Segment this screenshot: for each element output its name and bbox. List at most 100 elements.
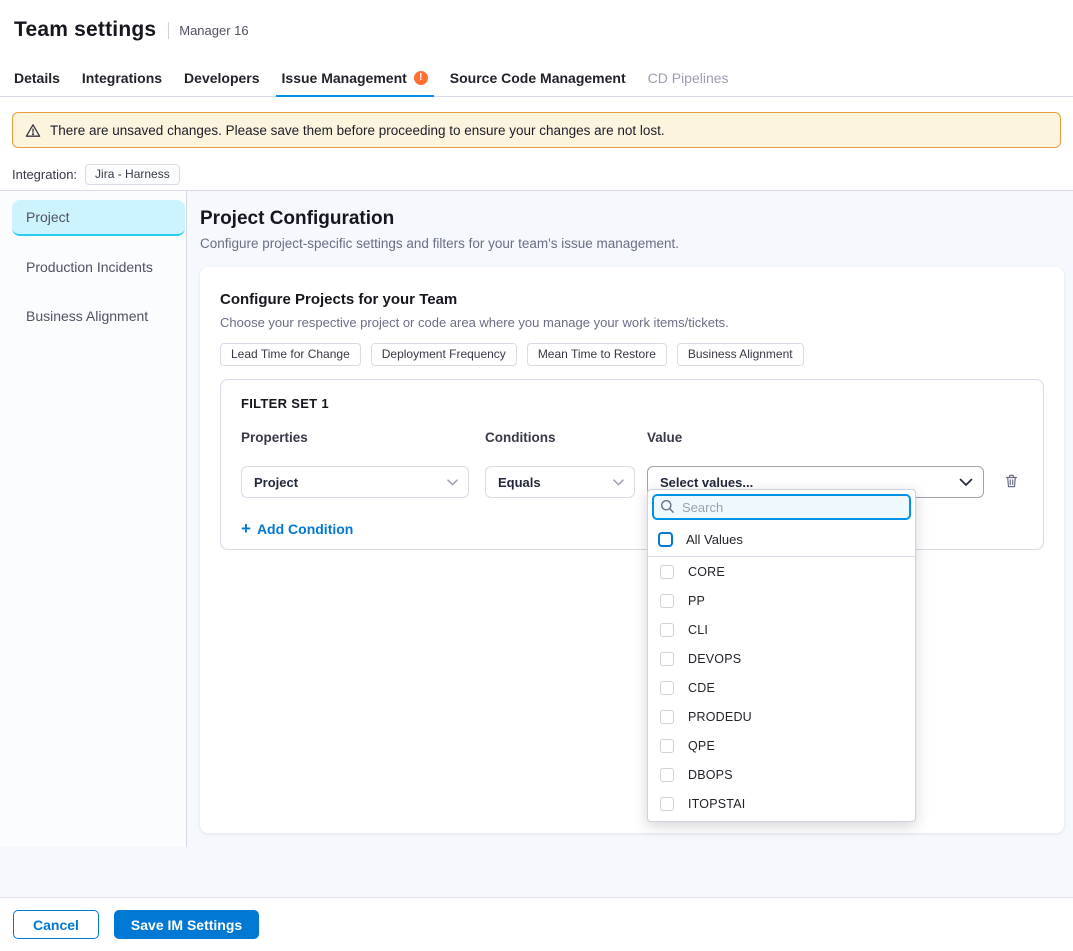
delete-condition-button[interactable]	[1004, 473, 1019, 492]
option-checkbox[interactable]	[660, 594, 674, 608]
sidebar-item-project[interactable]: Project	[12, 200, 185, 236]
integration-chip[interactable]: Jira - Harness	[85, 164, 180, 185]
condition-select[interactable]: Equals	[485, 466, 635, 498]
chevron-down-icon	[447, 479, 458, 486]
properties-column-label: Properties	[241, 430, 485, 445]
option-checkbox[interactable]	[660, 623, 674, 637]
dropdown-option-core[interactable]: CORE	[648, 557, 915, 586]
dropdown-option-cli[interactable]: CLI	[648, 615, 915, 644]
option-checkbox[interactable]	[660, 652, 674, 666]
dropdown-option-dbops[interactable]: DBOPS	[648, 760, 915, 789]
tab-label: Developers	[184, 70, 259, 86]
filter-set-title: FILTER SET 1	[241, 396, 1023, 411]
option-label: DBOPS	[688, 768, 733, 782]
chevron-down-icon	[959, 478, 973, 487]
filter-set-1: FILTER SET 1 Properties Conditions Value…	[220, 379, 1044, 550]
dropdown-option-qpe[interactable]: QPE	[648, 731, 915, 760]
add-condition-button[interactable]: + Add Condition	[241, 520, 353, 537]
metric-chip-mean-time-to-restore[interactable]: Mean Time to Restore	[527, 343, 667, 366]
sidebar-item-label: Business Alignment	[26, 308, 148, 324]
trash-icon	[1004, 473, 1019, 492]
unsaved-changes-banner: There are unsaved changes. Please save t…	[12, 112, 1061, 148]
tab-cd-pipelines[interactable]: CD Pipelines	[642, 59, 735, 96]
option-label: DEVOPS	[688, 652, 741, 666]
save-im-settings-button[interactable]: Save IM Settings	[114, 910, 259, 939]
option-label: CORE	[688, 565, 725, 579]
option-label: CDE	[688, 681, 715, 695]
option-label: PP	[688, 594, 705, 608]
property-select[interactable]: Project	[241, 466, 469, 498]
section-title: Project Configuration	[200, 208, 394, 230]
add-condition-label: Add Condition	[257, 521, 353, 537]
option-checkbox[interactable]	[660, 710, 674, 724]
tab-bar: Details Integrations Developers Issue Manag…	[0, 59, 1073, 97]
integration-row: Integration: Jira - Harness	[12, 164, 180, 185]
page-title: Team settings	[14, 18, 156, 42]
option-checkbox[interactable]	[660, 681, 674, 695]
condition-column-labels: Properties Conditions Value	[241, 430, 1023, 445]
all-values-label: All Values	[686, 532, 743, 547]
option-checkbox[interactable]	[660, 739, 674, 753]
warning-triangle-icon	[25, 123, 41, 138]
tab-label: Integrations	[82, 70, 162, 86]
configure-projects-card: Configure Projects for your Team Choose …	[200, 267, 1064, 833]
tab-label: Issue Management	[282, 70, 407, 86]
value-column-label: Value	[647, 430, 682, 445]
tab-integrations[interactable]: Integrations	[76, 59, 168, 96]
tab-details[interactable]: Details	[8, 59, 66, 96]
dropdown-options-list: CORE PP CLI DEVOPS CDE PRODEDU QPE DBOPS ITOPSTA…	[648, 557, 915, 822]
metric-chip-lead-time-for-change[interactable]: Lead Time for Change	[220, 343, 361, 366]
metric-chip-deployment-frequency[interactable]: Deployment Frequency	[371, 343, 517, 366]
tab-label: Source Code Management	[450, 70, 626, 86]
dropdown-option-devops[interactable]: DEVOPS	[648, 644, 915, 673]
plus-icon: +	[241, 520, 251, 537]
metric-chips-row: Lead Time for Change Deployment Frequency…	[220, 343, 1044, 366]
tab-developers[interactable]: Developers	[178, 59, 265, 96]
card-title: Configure Projects for your Team	[220, 291, 1044, 308]
sidebar-item-label: Production Incidents	[26, 259, 153, 275]
main-panel: Project Configuration Configure project-…	[187, 191, 1073, 897]
tab-issue-management[interactable]: Issue Management!	[276, 59, 434, 96]
page-header: Team settings Manager 16	[0, 0, 1073, 59]
settings-sidebar: Project Production Incidents Business Alig…	[0, 191, 187, 847]
integration-label: Integration:	[12, 167, 77, 182]
card-subtitle: Choose your respective project or code a…	[220, 315, 1044, 330]
tab-label: CD Pipelines	[648, 70, 729, 86]
title-separator	[168, 22, 169, 39]
sidebar-item-business-alignment[interactable]: Business Alignment	[12, 298, 185, 334]
all-values-checkbox[interactable]	[658, 532, 673, 547]
cancel-button[interactable]: Cancel	[13, 910, 99, 939]
section-subtitle: Configure project-specific settings and …	[200, 236, 679, 251]
chevron-down-icon	[613, 479, 624, 486]
tab-label: Details	[14, 70, 60, 86]
team-settings-page: Team settings Manager 16 Details Integrat…	[0, 0, 1073, 951]
dropdown-option-itopstai[interactable]: ITOPSTAI	[648, 789, 915, 818]
page-subtitle: Manager 16	[179, 23, 248, 38]
property-select-value: Project	[254, 475, 298, 490]
dropdown-search-input[interactable]	[652, 494, 911, 520]
metric-chip-business-alignment[interactable]: Business Alignment	[677, 343, 804, 366]
option-checkbox[interactable]	[660, 797, 674, 811]
option-label: QPE	[688, 739, 715, 753]
dropdown-option-pp[interactable]: PP	[648, 586, 915, 615]
select-all-values-row[interactable]: All Values	[648, 524, 915, 557]
dropdown-option-prodedu[interactable]: PRODEDU	[648, 702, 915, 731]
alert-badge-icon: !	[414, 71, 428, 85]
banner-text: There are unsaved changes. Please save t…	[50, 123, 665, 138]
dropdown-search-wrap	[648, 490, 915, 524]
option-label: PRODEDU	[688, 710, 752, 724]
value-dropdown-popup: All Values CORE PP CLI DEVOPS CDE PRODEDU QPE D…	[647, 489, 916, 822]
conditions-column-label: Conditions	[485, 430, 647, 445]
sidebar-item-production-incidents[interactable]: Production Incidents	[12, 249, 185, 285]
condition-select-value: Equals	[498, 475, 541, 490]
option-checkbox[interactable]	[660, 565, 674, 579]
dropdown-option-cde[interactable]: CDE	[648, 673, 915, 702]
option-label: ITOPSTAI	[688, 797, 745, 811]
footer-actions: Cancel Save IM Settings	[0, 897, 1073, 951]
tab-source-code-management[interactable]: Source Code Management	[444, 59, 632, 96]
option-label: CLI	[688, 623, 708, 637]
option-checkbox[interactable]	[660, 768, 674, 782]
value-select-placeholder: Select values...	[660, 475, 753, 490]
dropdown-option-pipe[interactable]: PIPE	[648, 818, 915, 822]
sidebar-item-label: Project	[26, 209, 70, 225]
